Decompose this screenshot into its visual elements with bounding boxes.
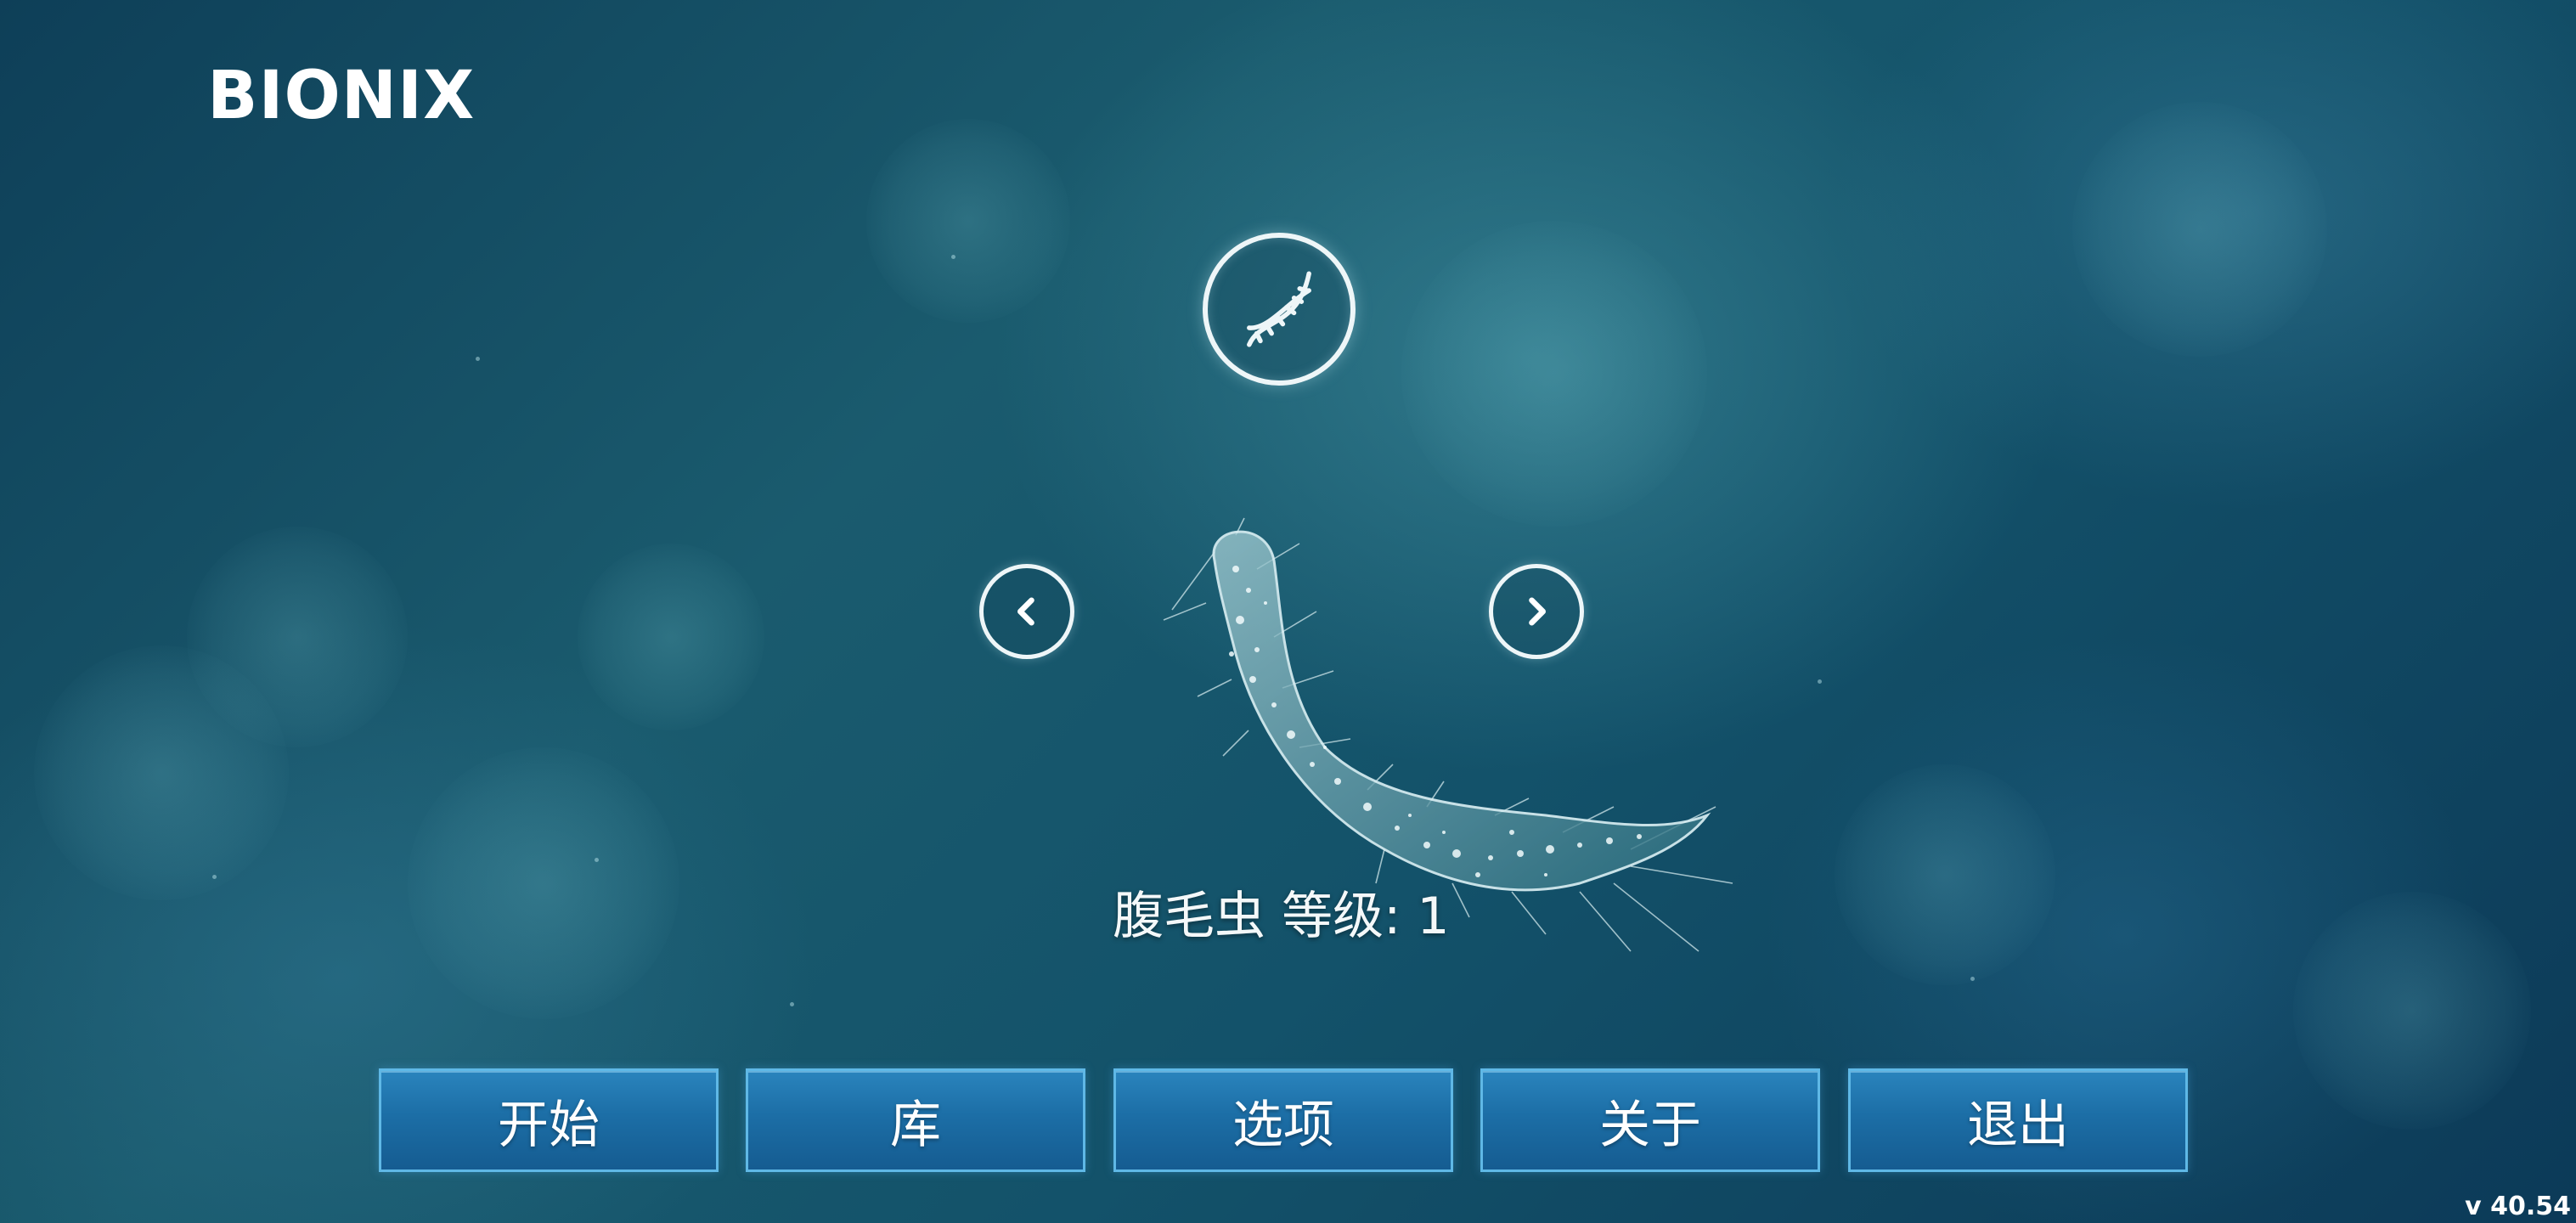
background-bokeh <box>408 747 679 1019</box>
species-level: 等级: 1 <box>1282 887 1450 946</box>
about-button[interactable]: 关于 <box>1480 1068 1820 1172</box>
background-bokeh <box>1401 221 1707 527</box>
background-particle <box>1818 679 1822 684</box>
background-particle <box>790 1002 794 1006</box>
library-button[interactable]: 库 <box>746 1068 1085 1172</box>
background-bokeh <box>1835 764 2055 985</box>
background-particle <box>476 357 480 361</box>
start-button[interactable]: 开始 <box>379 1068 719 1172</box>
exit-button[interactable]: 退出 <box>1848 1068 2188 1172</box>
previous-species-button[interactable] <box>979 564 1074 659</box>
game-logo: BIONIX <box>207 58 476 134</box>
options-button[interactable]: 选项 <box>1113 1068 1453 1172</box>
species-info-label: 腹毛虫 等级: 1 <box>1113 875 1450 949</box>
background-particle <box>1970 977 1975 981</box>
background-bokeh <box>2072 102 2327 357</box>
dna-icon <box>1247 271 1311 347</box>
game-main-menu: BIONIX 腹毛虫 等级: 1 开始 库 选项 关于 退出 v 40.54 <box>0 0 2576 1223</box>
background-bokeh <box>578 544 764 730</box>
chevron-left-icon <box>1017 597 1034 626</box>
background-particle <box>951 255 955 259</box>
background-particle <box>212 875 217 879</box>
main-menu-bar: 开始 库 选项 关于 退出 <box>379 1068 2188 1174</box>
version-label: v 40.54 <box>2465 1192 2571 1221</box>
background-bokeh <box>866 119 1070 323</box>
background-bokeh <box>34 645 289 900</box>
species-name: 腹毛虫 <box>1113 887 1265 946</box>
dna-evolution-button[interactable] <box>1203 233 1356 386</box>
background-particle <box>595 858 599 862</box>
background-bokeh <box>2293 892 2531 1130</box>
